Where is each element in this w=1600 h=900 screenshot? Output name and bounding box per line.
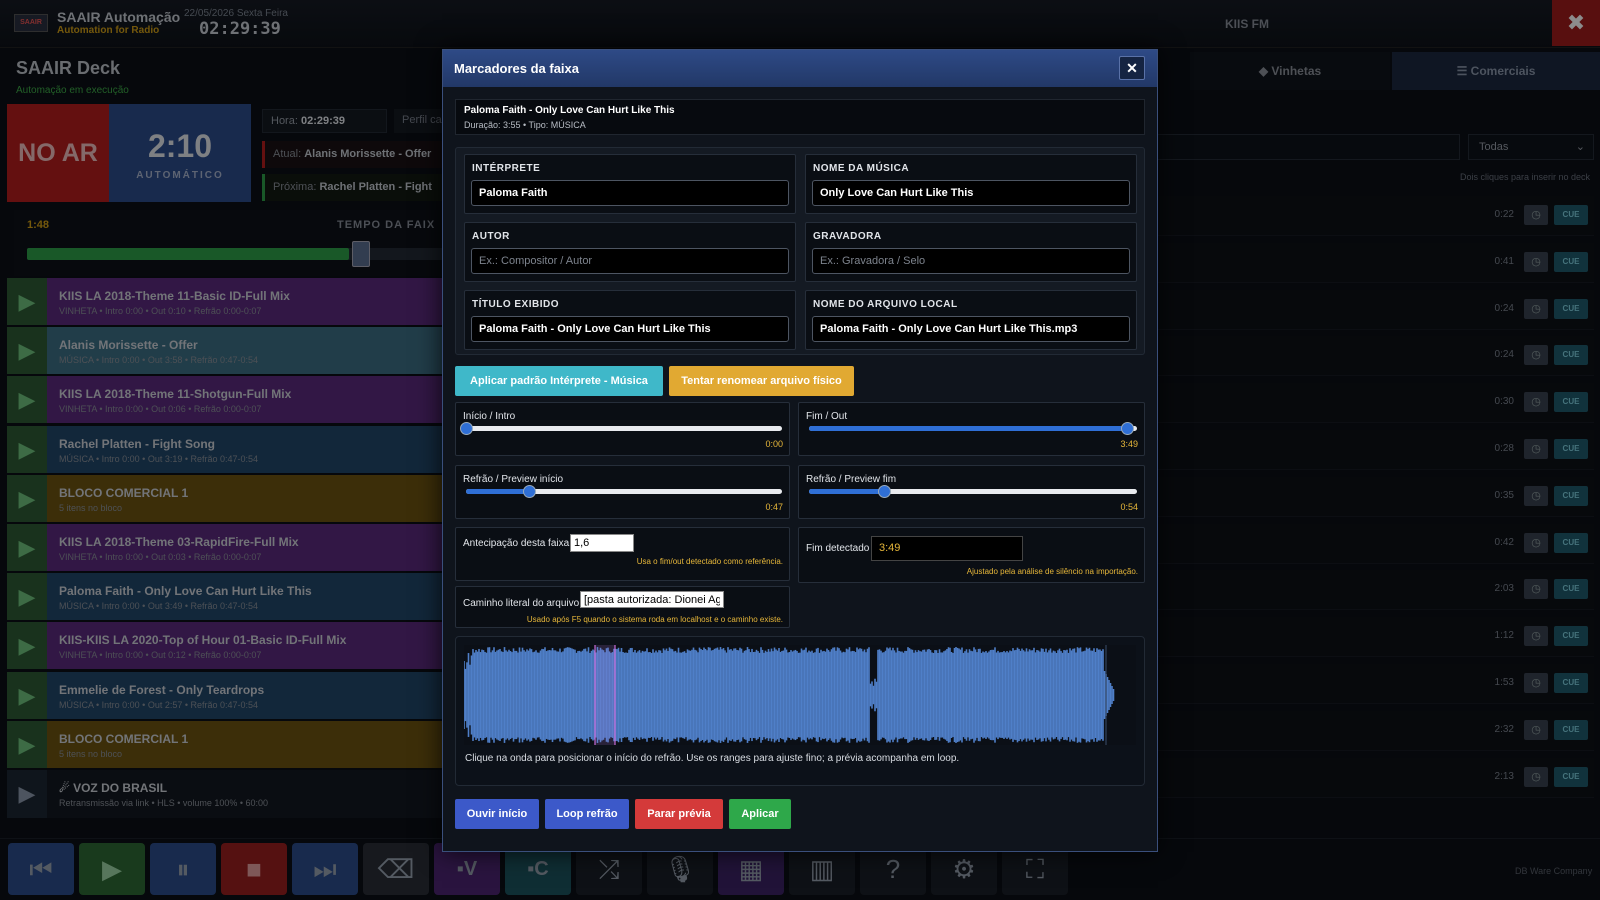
markers-dialog: Marcadores da faixa ✕ Paloma Faith - Onl… [442, 49, 1158, 852]
inicio-slider[interactable] [466, 426, 782, 431]
refrao-fim-slider-fill [809, 489, 885, 494]
autor-label: AUTOR [472, 231, 510, 242]
musica-label: NOME DA MÚSICA [813, 163, 910, 174]
arquivo-input[interactable] [812, 316, 1130, 342]
fim-detectado-value: 3:49 [871, 536, 1023, 561]
antecipacao-group: Antecipação desta faixa Usa o fim/out de… [455, 527, 790, 581]
inicio-label: Início / Intro [463, 411, 516, 422]
gravadora-label: GRAVADORA [813, 231, 882, 242]
aplicar-button[interactable]: Aplicar [729, 799, 791, 829]
interprete-field-group: INTÉRPRETE [464, 154, 796, 214]
close-icon: ✕ [1126, 60, 1138, 76]
refrao-fim-range-group: Refrão / Preview fim 0:54 [798, 465, 1145, 519]
arquivo-field-group: NOME DO ARQUIVO LOCAL [805, 290, 1137, 350]
refrao-fim-label: Refrão / Preview fim [806, 474, 897, 485]
refrao-inicio-slider-fill [466, 489, 530, 494]
track-info: Paloma Faith - Only Love Can Hurt Like T… [455, 99, 1145, 135]
caminho-input[interactable] [580, 591, 724, 608]
fim-detectado-note: Ajustado pela análise de silêncio na imp… [966, 567, 1138, 576]
titulo-field-group: TÍTULO EXIBIDO [464, 290, 796, 350]
titulo-label: TÍTULO EXIBIDO [472, 299, 559, 310]
autor-field-group: AUTOR [464, 222, 796, 282]
arquivo-label: NOME DO ARQUIVO LOCAL [813, 299, 958, 310]
refrao-inicio-slider-handle[interactable] [523, 485, 537, 498]
refrao-inicio-label: Refrão / Preview início [463, 474, 564, 485]
inicio-slider-handle[interactable] [460, 422, 473, 435]
caminho-note: Usado após F5 quando o sistema roda em l… [526, 615, 783, 624]
antecipacao-label: Antecipação desta faixa [463, 538, 570, 549]
loop-refrao-button[interactable]: Loop refrão [545, 799, 629, 829]
autor-input[interactable] [471, 248, 789, 274]
titulo-input[interactable] [471, 316, 789, 342]
fim-slider-fill [809, 426, 1128, 431]
musica-input[interactable] [812, 180, 1130, 206]
dialog-header: Marcadores da faixa ✕ [443, 50, 1157, 87]
gravadora-field-group: GRAVADORA [805, 222, 1137, 282]
rename-file-button[interactable]: Tentar renomear arquivo físico [669, 366, 854, 396]
refrao-inicio-range-group: Refrão / Preview início 0:47 [455, 465, 790, 519]
musica-field-group: NOME DA MÚSICA [805, 154, 1137, 214]
fim-label: Fim / Out [806, 411, 848, 422]
refrao-inicio-value: 0:47 [765, 502, 783, 512]
fim-detectado-group: Fim detectado 3:49 Ajustado pela análise… [798, 527, 1145, 583]
inicio-value: 0:00 [765, 439, 783, 449]
caminho-group: Caminho literal do arquivo Usado após F5… [455, 586, 790, 628]
antecipacao-input[interactable] [570, 534, 634, 552]
track-name: Paloma Faith - Only Love Can Hurt Like T… [464, 105, 675, 116]
fim-slider-handle[interactable] [1121, 422, 1135, 435]
interprete-input[interactable] [471, 180, 789, 206]
fim-detectado-label: Fim detectado [806, 543, 870, 554]
refrao-fim-value: 0:54 [1120, 502, 1138, 512]
parar-previa-button[interactable]: Parar prévia [635, 799, 723, 829]
track-meta: Duração: 3:55 • Tipo: MÚSICA [464, 120, 586, 130]
dialog-title: Marcadores da faixa [454, 61, 580, 76]
ouvir-inicio-button[interactable]: Ouvir início [455, 799, 539, 829]
metadata-fields: INTÉRPRETE NOME DA MÚSICA AUTOR GRAVADOR… [455, 147, 1145, 355]
waveform-panel: Clique na onda para posicionar o início … [455, 636, 1145, 786]
interprete-label: INTÉRPRETE [472, 163, 541, 174]
gravadora-input[interactable] [812, 248, 1130, 274]
refrao-region [595, 645, 615, 745]
inicio-range-group: Início / Intro 0:00 [455, 402, 790, 456]
antecipacao-note: Usa o fim/out detectado como referência. [636, 557, 783, 566]
refrao-fim-slider-handle[interactable] [878, 485, 892, 498]
waveform-caption: Clique na onda para posicionar o início … [465, 753, 960, 764]
waveform[interactable] [464, 645, 1136, 745]
caminho-label: Caminho literal do arquivo [463, 598, 580, 609]
fim-range-group: Fim / Out 3:49 [798, 402, 1145, 456]
dialog-close-button[interactable]: ✕ [1119, 56, 1145, 80]
fim-value: 3:49 [1120, 439, 1138, 449]
apply-pattern-button[interactable]: Aplicar padrão Intérprete - Música [455, 366, 663, 396]
